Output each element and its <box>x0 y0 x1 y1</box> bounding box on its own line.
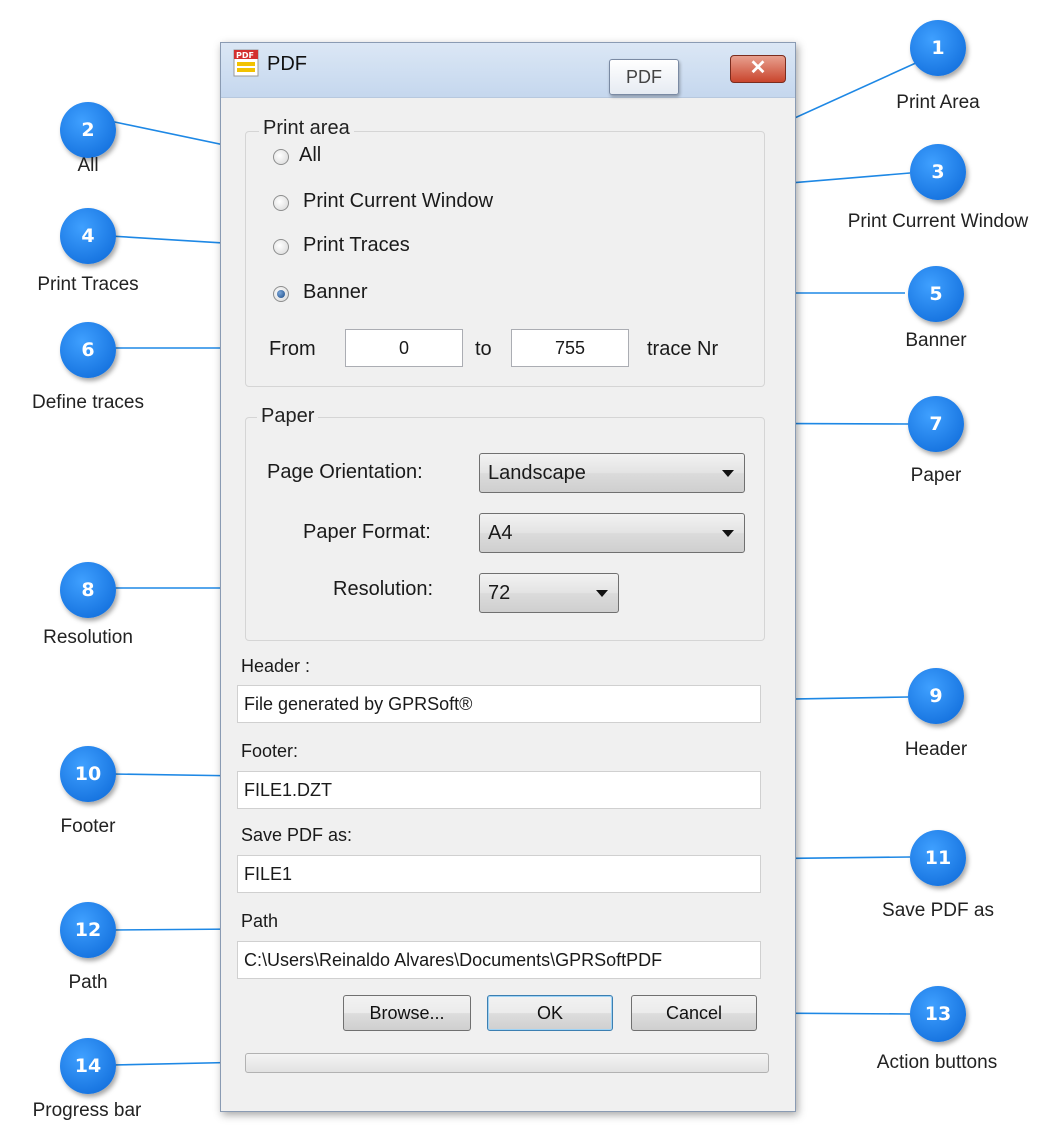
callout-caption-6: Define traces <box>32 392 144 413</box>
footer-input[interactable]: FILE1.DZT <box>237 771 761 809</box>
callout-caption-7: Paper <box>910 465 962 486</box>
resolution-label: Resolution: <box>333 578 434 600</box>
header-label: Header : <box>241 656 311 676</box>
window-title: PDF <box>267 53 307 75</box>
title-bar[interactable]: PDF PDF PDF ✕ <box>221 43 795 98</box>
page-orientation-value: Landscape <box>488 462 586 484</box>
to-trace-input[interactable]: 755 <box>511 329 629 367</box>
chevron-down-icon <box>722 530 734 537</box>
callout-caption-5: Banner <box>905 330 967 351</box>
callout-caption-13: Action buttons <box>876 1052 998 1073</box>
callout-caption-1: Print Area <box>896 92 980 113</box>
callout-caption-2: All <box>77 155 99 176</box>
callout-bubble-13: 13 <box>910 986 966 1042</box>
title-tooltip: PDF <box>609 59 679 95</box>
save-pdf-as-label: Save PDF as: <box>241 825 353 845</box>
pdf-app-icon: PDF <box>233 49 259 77</box>
trace-nr-label: trace Nr <box>647 338 719 360</box>
radio-banner-label[interactable]: Banner <box>303 281 368 304</box>
path-input[interactable]: C:\Users\Reinaldo Alvares\Documents\GPRS… <box>237 941 761 979</box>
close-button[interactable]: ✕ <box>730 55 786 83</box>
callout-caption-4: Print Traces <box>37 274 139 295</box>
callout-bubble-6: 6 <box>60 322 116 378</box>
print-area-legend: Print area <box>259 117 354 140</box>
callout-bubble-14: 14 <box>60 1038 116 1094</box>
callout-bubble-5: 5 <box>908 266 964 322</box>
callout-bubble-11: 11 <box>910 830 966 886</box>
paper-format-select[interactable]: A4 <box>479 513 745 553</box>
callout-bubble-3: 3 <box>910 144 966 200</box>
callout-caption-8: Resolution <box>43 627 133 648</box>
callout-caption-12: Path <box>68 972 108 993</box>
from-trace-input[interactable]: 0 <box>345 329 463 367</box>
header-input[interactable]: File generated by GPRSoft® <box>237 685 761 723</box>
progress-bar <box>245 1053 769 1073</box>
from-label: From <box>269 338 316 360</box>
chevron-down-icon <box>596 590 608 597</box>
callout-bubble-12: 12 <box>60 902 116 958</box>
cancel-button[interactable]: Cancel <box>631 995 757 1031</box>
paper-legend: Paper <box>257 405 319 428</box>
callout-bubble-7: 7 <box>908 396 964 452</box>
callout-bubble-9: 9 <box>908 668 964 724</box>
footer-label: Footer: <box>241 741 299 761</box>
resolution-value: 72 <box>488 582 511 604</box>
callout-bubble-2: 2 <box>60 102 116 158</box>
save-pdf-as-input[interactable]: FILE1 <box>237 855 761 893</box>
page-orientation-label: Page Orientation: <box>267 461 423 483</box>
chevron-down-icon <box>722 470 734 477</box>
radio-all-label[interactable]: All <box>299 144 321 167</box>
page-orientation-select[interactable]: Landscape <box>479 453 745 493</box>
callout-caption-10: Footer <box>60 816 116 837</box>
browse-button[interactable]: Browse... <box>343 995 471 1031</box>
paper-format-label: Paper Format: <box>303 521 431 543</box>
path-label: Path <box>241 911 279 931</box>
radio-banner[interactable] <box>273 286 289 302</box>
radio-print-current-window[interactable] <box>273 195 289 211</box>
resolution-select[interactable]: 72 <box>479 573 619 613</box>
callout-bubble-10: 10 <box>60 746 116 802</box>
svg-text:PDF: PDF <box>236 51 254 60</box>
pdf-dialog: PDF PDF PDF ✕ Print area All Print Curre… <box>220 42 796 1112</box>
callout-caption-9: Header <box>904 739 968 760</box>
paper-format-value: A4 <box>488 522 513 544</box>
callout-caption-14: Progress bar <box>32 1100 142 1121</box>
callout-bubble-8: 8 <box>60 562 116 618</box>
ok-button[interactable]: OK <box>487 995 613 1031</box>
callout-bubble-1: 1 <box>910 20 966 76</box>
radio-print-traces[interactable] <box>273 239 289 255</box>
radio-all[interactable] <box>273 149 289 165</box>
callout-caption-11: Save PDF as <box>882 900 994 921</box>
radio-print-traces-label[interactable]: Print Traces <box>303 234 410 257</box>
to-label: to <box>475 338 492 360</box>
callout-caption-3: Print Current Window <box>847 211 1029 232</box>
callout-bubble-4: 4 <box>60 208 116 264</box>
radio-print-current-window-label[interactable]: Print Current Window <box>303 190 493 213</box>
close-icon: ✕ <box>749 57 767 79</box>
